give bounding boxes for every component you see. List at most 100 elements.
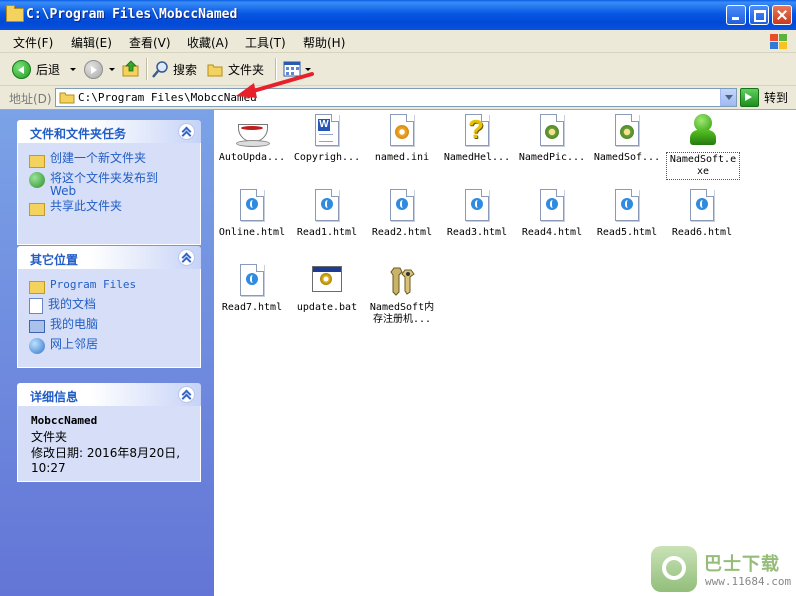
html-doc-icon xyxy=(686,189,718,221)
word-doc-icon: W xyxy=(311,114,343,146)
html-doc-icon xyxy=(536,189,568,221)
collapse-icon[interactable] xyxy=(178,123,195,140)
html-doc-icon xyxy=(236,189,268,221)
annotation-arrow xyxy=(236,72,314,98)
title-bar[interactable]: C:\Program Files\MobccNamed xyxy=(0,0,796,30)
file-item[interactable]: Read3.html xyxy=(440,189,514,239)
back-button[interactable]: 后退 xyxy=(12,59,77,79)
file-item[interactable]: Read2.html xyxy=(365,189,439,239)
address-dropdown-button[interactable] xyxy=(720,89,736,106)
file-label: NamedHel... xyxy=(443,152,511,163)
share-folder-icon xyxy=(29,203,45,216)
other-places-header[interactable]: 其它位置 xyxy=(17,246,201,269)
file-item[interactable]: ? NamedHel... xyxy=(440,114,514,164)
up-folder-icon xyxy=(122,60,139,77)
minimize-button[interactable] xyxy=(726,5,746,25)
folder-icon xyxy=(207,64,223,76)
menu-file[interactable]: 文件(F) xyxy=(13,34,53,51)
file-tasks-panel: 文件和文件夹任务 创建一个新文件夹 将这个文件夹发布到 Web 共享此文件夹 xyxy=(17,120,201,245)
chevron-down-icon[interactable] xyxy=(70,67,77,71)
file-item[interactable]: Read7.html xyxy=(215,264,289,314)
html-doc-icon xyxy=(611,189,643,221)
dll-gear-icon xyxy=(536,114,568,146)
details-panel: 详细信息 MobccNamed 文件夹 修改日期: 2016年8月20日, 10… xyxy=(17,383,201,482)
watermark-logo-icon xyxy=(651,546,697,592)
file-item-selected[interactable]: NamedSoft.exe xyxy=(666,114,740,180)
file-label: Read3.html xyxy=(446,227,508,238)
file-label: NamedSof... xyxy=(593,152,661,163)
file-item[interactable]: update.bat xyxy=(290,264,364,314)
help-file-icon: ? xyxy=(461,114,493,146)
file-label: Read4.html xyxy=(521,227,583,238)
go-arrow-icon xyxy=(740,88,759,107)
place-my-documents[interactable]: 我的文档 xyxy=(29,298,96,314)
menu-tools[interactable]: 工具(T) xyxy=(245,34,286,51)
maximize-button[interactable] xyxy=(749,5,769,25)
folder-icon xyxy=(59,92,75,104)
place-program-files[interactable]: Program Files xyxy=(29,278,136,294)
file-label: NamedPic... xyxy=(518,152,586,163)
menu-view[interactable]: 查看(V) xyxy=(129,34,171,51)
windows-logo-icon xyxy=(768,32,788,50)
menu-bar: 文件(F) 编辑(E) 查看(V) 收藏(A) 工具(T) 帮助(H) xyxy=(0,30,796,53)
file-label: named.ini xyxy=(374,152,430,163)
task-publish-web[interactable]: 将这个文件夹发布到 Web xyxy=(29,172,165,198)
address-input[interactable]: C:\Program Files\MobccNamed xyxy=(55,88,737,107)
place-my-computer[interactable]: 我的电脑 xyxy=(29,318,98,333)
file-label: NamedSoft.exe xyxy=(666,152,740,180)
task-share-folder[interactable]: 共享此文件夹 xyxy=(29,200,122,216)
file-item[interactable]: Read5.html xyxy=(590,189,664,239)
robot-exe-icon xyxy=(687,114,719,146)
file-label: NamedSoft内存注册机... xyxy=(369,302,435,325)
file-item[interactable]: Read4.html xyxy=(515,189,589,239)
file-tasks-header[interactable]: 文件和文件夹任务 xyxy=(17,120,201,143)
address-bar: 地址(D) C:\Program Files\MobccNamed 转到 xyxy=(0,86,796,110)
watermark-url: www.11684.com xyxy=(705,575,792,588)
html-doc-icon xyxy=(461,189,493,221)
file-item[interactable]: Read1.html xyxy=(290,189,364,239)
file-item[interactable]: NamedSoft内存注册机... xyxy=(365,264,439,326)
up-folder-button[interactable] xyxy=(122,59,140,79)
my-computer-icon xyxy=(29,320,45,333)
forward-arrow-icon xyxy=(84,59,103,79)
collapse-icon[interactable] xyxy=(178,386,195,403)
menu-edit[interactable]: 编辑(E) xyxy=(71,34,112,51)
panel-title: 其它位置 xyxy=(30,253,79,267)
keys-icon xyxy=(386,264,418,296)
file-item[interactable]: named.ini xyxy=(365,114,439,164)
forward-button[interactable] xyxy=(84,59,115,79)
file-item[interactable]: NamedSof... xyxy=(590,114,664,164)
search-icon xyxy=(152,60,168,78)
dll-gear-icon xyxy=(611,114,643,146)
menu-favorites[interactable]: 收藏(A) xyxy=(187,34,229,51)
details-modified: 修改日期: 2016年8月20日, 10:27 xyxy=(31,446,181,475)
collapse-icon[interactable] xyxy=(178,249,195,266)
search-button[interactable]: 搜索 xyxy=(152,59,197,79)
task-new-folder[interactable]: 创建一个新文件夹 xyxy=(29,152,146,168)
file-label: Read7.html xyxy=(221,302,283,313)
chevron-down-icon[interactable] xyxy=(109,67,115,71)
place-network[interactable]: 网上邻居 xyxy=(29,338,98,354)
details-type: 文件夹 xyxy=(31,430,68,444)
file-label: Read6.html xyxy=(671,227,733,238)
new-folder-icon xyxy=(29,155,45,168)
file-item[interactable]: W Copyrigh... xyxy=(290,114,364,164)
details-header[interactable]: 详细信息 xyxy=(17,383,201,406)
my-documents-icon xyxy=(29,298,43,314)
file-item[interactable]: Read6.html xyxy=(665,189,739,239)
details-name: MobccNamed xyxy=(31,414,98,427)
task-pane: 文件和文件夹任务 创建一个新文件夹 将这个文件夹发布到 Web 共享此文件夹 其… xyxy=(0,110,214,596)
file-label: AutoUpda... xyxy=(218,152,286,163)
back-label: 后退 xyxy=(36,62,61,77)
window-title: C:\Program Files\MobccNamed xyxy=(26,7,238,22)
file-label: Read5.html xyxy=(596,227,658,238)
file-view[interactable]: AutoUpda... W Copyrigh... named.ini ? Na… xyxy=(214,110,796,596)
address-label: 地址(D) xyxy=(9,92,52,106)
file-item[interactable]: NamedPic... xyxy=(515,114,589,164)
menu-help[interactable]: 帮助(H) xyxy=(303,34,345,51)
close-button[interactable] xyxy=(772,5,792,25)
go-button[interactable]: 转到 xyxy=(740,88,788,107)
file-item[interactable]: AutoUpda... xyxy=(215,114,289,164)
file-label: update.bat xyxy=(296,302,358,313)
file-item[interactable]: Online.html xyxy=(215,189,289,239)
